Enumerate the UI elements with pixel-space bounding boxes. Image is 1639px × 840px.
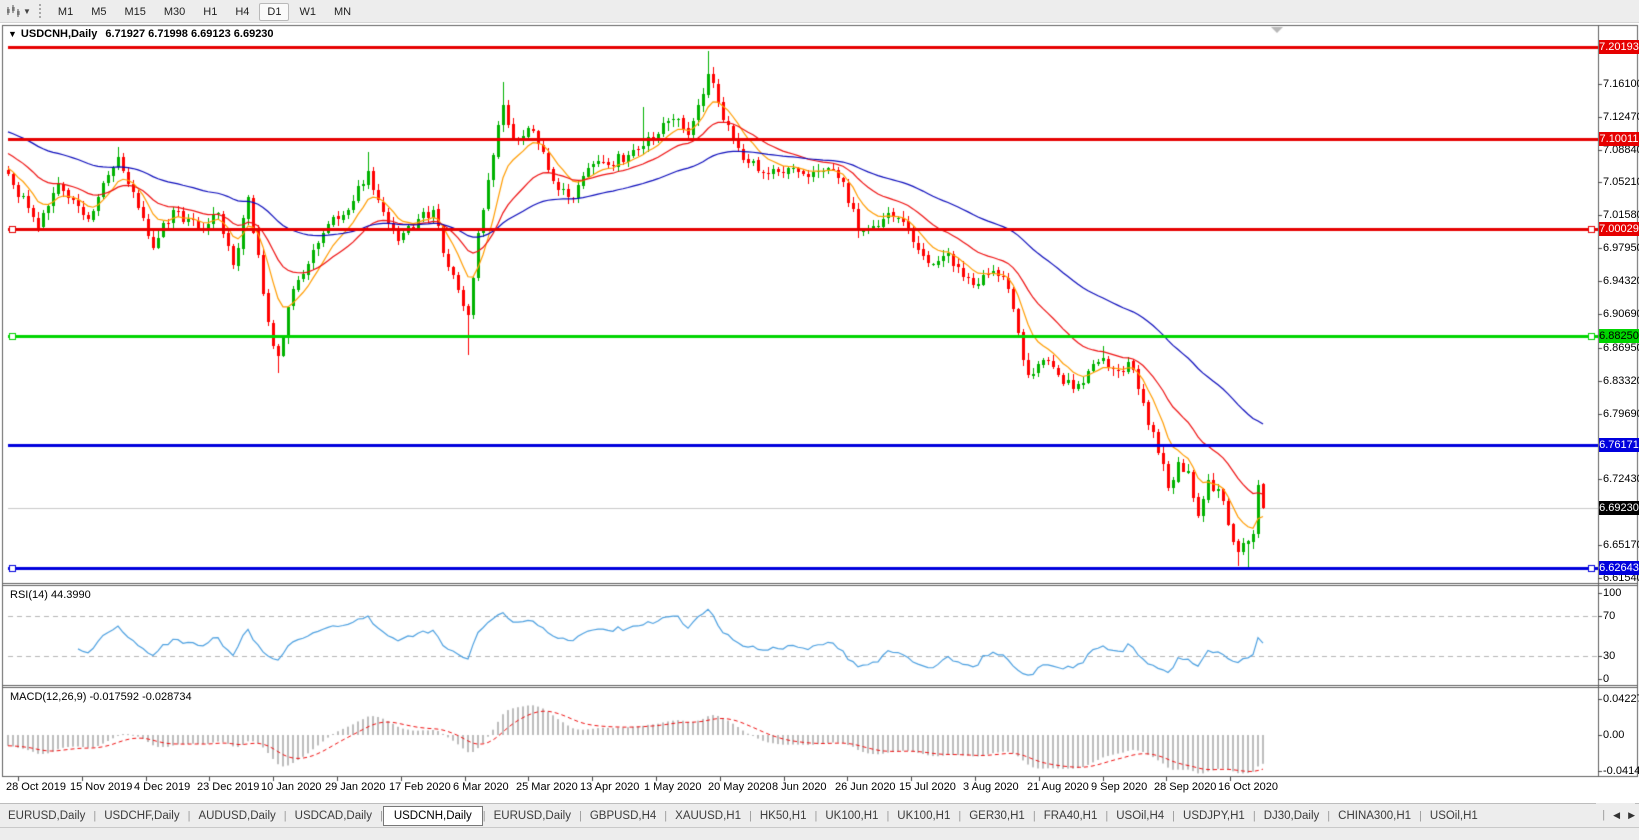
price-tick-label: 6.97950 xyxy=(1603,241,1639,255)
date-label: 26 Jun 2020 xyxy=(835,781,896,793)
trading-terminal: ▼ M1M5M15M30H1H4D1W1MN ▼ USDCNH,Daily 6.71… xyxy=(0,0,1639,840)
chart-tab-gbpusd-h4[interactable]: GBPUSD,H4 xyxy=(582,807,664,825)
price-tick-label: 6.79690 xyxy=(1603,407,1639,421)
rsi-value: 44.3990 xyxy=(51,589,91,601)
date-label: 28 Sep 2020 xyxy=(1154,781,1216,793)
chart-tab-ger30-h1[interactable]: GER30,H1 xyxy=(961,807,1033,825)
price-tick-label: 6.94320 xyxy=(1603,274,1639,288)
price-level-badge: 6.62643 xyxy=(1599,561,1639,575)
date-label: 4 Dec 2019 xyxy=(134,781,190,793)
date-label: 29 Jan 2020 xyxy=(325,781,386,793)
price-tick-label: 6.72430 xyxy=(1603,472,1639,486)
date-label: 15 Jul 2020 xyxy=(899,781,956,793)
date-label: 15 Nov 2019 xyxy=(70,781,132,793)
price-tick-label: 6.90690 xyxy=(1603,307,1639,321)
macd-scale-label: 0.00 xyxy=(1603,728,1624,742)
chart-tab-usdchf-daily[interactable]: USDCHF,Daily xyxy=(96,807,187,825)
macd-title: MACD(12,26,9) xyxy=(10,691,86,703)
price-level-badge: 7.10011 xyxy=(1599,132,1639,146)
date-label: 25 Mar 2020 xyxy=(516,781,578,793)
timeframe-button-W1[interactable]: W1 xyxy=(291,3,324,21)
chart-tab-china300-h1[interactable]: CHINA300,H1 xyxy=(1330,807,1419,825)
date-label: 21 Aug 2020 xyxy=(1027,781,1089,793)
macd-scale-label: 0.042275 xyxy=(1603,692,1639,706)
chart-tab-uk100-h1[interactable]: UK100,H1 xyxy=(889,807,958,825)
timeframe-toolbar: ▼ M1M5M15M30H1H4D1W1MN xyxy=(0,0,1639,23)
timeframe-button-D1[interactable]: D1 xyxy=(259,3,289,21)
rsi-scale-label: 30 xyxy=(1603,649,1615,663)
timeframe-button-H4[interactable]: H4 xyxy=(227,3,257,21)
status-bar xyxy=(0,827,1639,840)
chart-canvas[interactable] xyxy=(0,0,1639,840)
date-label: 13 Apr 2020 xyxy=(580,781,639,793)
date-label: 8 Jun 2020 xyxy=(772,781,826,793)
price-tick-label: 6.65170 xyxy=(1603,538,1639,552)
timeframe-button-M5[interactable]: M5 xyxy=(83,3,114,21)
date-label: 17 Feb 2020 xyxy=(389,781,451,793)
chart-tab-fra40-h1[interactable]: FRA40,H1 xyxy=(1036,807,1106,825)
chart-tab-xauusd-h1[interactable]: XAUUSD,H1 xyxy=(667,807,749,825)
chart-symbol-title: USDCNH,Daily xyxy=(21,28,97,40)
toolbar-grip[interactable] xyxy=(39,4,41,18)
chart-ohlc-quote: 6.71927 6.71998 6.69123 6.69230 xyxy=(105,28,273,40)
chart-tab-eurusd-daily[interactable]: EURUSD,Daily xyxy=(486,807,579,825)
macd-scale-label: -0.04148 xyxy=(1603,764,1639,778)
chart-tab-eurusd-daily[interactable]: EURUSD,Daily xyxy=(0,807,93,825)
date-label: 10 Jan 2020 xyxy=(261,781,322,793)
chart-tab-uk100-h1[interactable]: UK100,H1 xyxy=(817,807,886,825)
timeframe-buttons: M1M5M15M30H1H4D1W1MN xyxy=(49,2,360,20)
chart-tab-usdcnh-daily[interactable]: USDCNH,Daily xyxy=(383,806,483,826)
date-label: 3 Aug 2020 xyxy=(963,781,1019,793)
macd-values: -0.017592 -0.028734 xyxy=(89,691,191,703)
arrow-left-icon[interactable]: ◀ xyxy=(1613,810,1620,821)
rsi-scale-label: 70 xyxy=(1603,609,1615,623)
date-label: 20 May 2020 xyxy=(708,781,772,793)
timeframe-button-H1[interactable]: H1 xyxy=(195,3,225,21)
chart-tools-icon[interactable] xyxy=(4,3,22,19)
price-level-badge: 7.20193 xyxy=(1599,40,1639,54)
price-level-badge: 7.00029 xyxy=(1599,222,1639,236)
rsi-scale-label: 100 xyxy=(1603,586,1621,600)
chart-tab-usoil-h1[interactable]: USOil,H1 xyxy=(1422,807,1486,825)
rsi-title: RSI(14) xyxy=(10,589,48,601)
triangle-down-icon[interactable]: ▼ xyxy=(8,29,17,39)
price-tick-label: 7.05210 xyxy=(1603,175,1639,189)
price-level-badge: 6.88250 xyxy=(1599,329,1639,343)
current-price-badge: 6.69230 xyxy=(1599,501,1639,515)
arrow-right-icon[interactable]: ▶ xyxy=(1628,810,1635,821)
tab-scroll-controls: | ◀ ▶ xyxy=(1596,803,1635,827)
price-tick-label: 7.16100 xyxy=(1603,77,1639,91)
chart-tab-bar: EURUSD,Daily|USDCHF,Daily|AUDUSD,Daily|U… xyxy=(0,803,1639,828)
chart-tab-usdjpy-h1[interactable]: USDJPY,H1 xyxy=(1175,807,1253,825)
chart-tab-hk50-h1[interactable]: HK50,H1 xyxy=(752,807,815,825)
chart-title-row: ▼ USDCNH,Daily 6.71927 6.71998 6.69123 6.6… xyxy=(8,28,274,40)
chart-tab-usdcad-daily[interactable]: USDCAD,Daily xyxy=(287,807,380,825)
price-tick-label: 7.01580 xyxy=(1603,208,1639,222)
date-label: 9 Sep 2020 xyxy=(1091,781,1147,793)
chart-tab-usoil-h4[interactable]: USOil,H4 xyxy=(1108,807,1172,825)
date-label: 16 Oct 2020 xyxy=(1218,781,1278,793)
date-label: 28 Oct 2019 xyxy=(6,781,66,793)
rsi-scale-label: 0 xyxy=(1603,672,1609,686)
rsi-indicator-label: RSI(14) 44.3990 xyxy=(10,589,91,601)
price-tick-label: 7.12470 xyxy=(1603,110,1639,124)
timeframe-button-M30[interactable]: M30 xyxy=(156,3,193,21)
price-tick-label: 6.83320 xyxy=(1603,374,1639,388)
price-level-badge: 6.76171 xyxy=(1599,438,1639,452)
chart-tab-audusd-daily[interactable]: AUDUSD,Daily xyxy=(190,807,283,825)
timeframe-button-MN[interactable]: MN xyxy=(326,3,359,21)
chart-tab-dj30-daily[interactable]: DJ30,Daily xyxy=(1256,807,1328,825)
caret-down-icon[interactable]: ▼ xyxy=(23,7,31,16)
date-label: 6 Mar 2020 xyxy=(453,781,509,793)
timeframe-button-M15[interactable]: M15 xyxy=(116,3,153,21)
date-label: 23 Dec 2019 xyxy=(197,781,259,793)
date-label: 1 May 2020 xyxy=(644,781,701,793)
tab-separator: | xyxy=(1602,809,1605,821)
macd-indicator-label: MACD(12,26,9) -0.017592 -0.028734 xyxy=(10,691,192,703)
timeframe-button-M1[interactable]: M1 xyxy=(50,3,81,21)
